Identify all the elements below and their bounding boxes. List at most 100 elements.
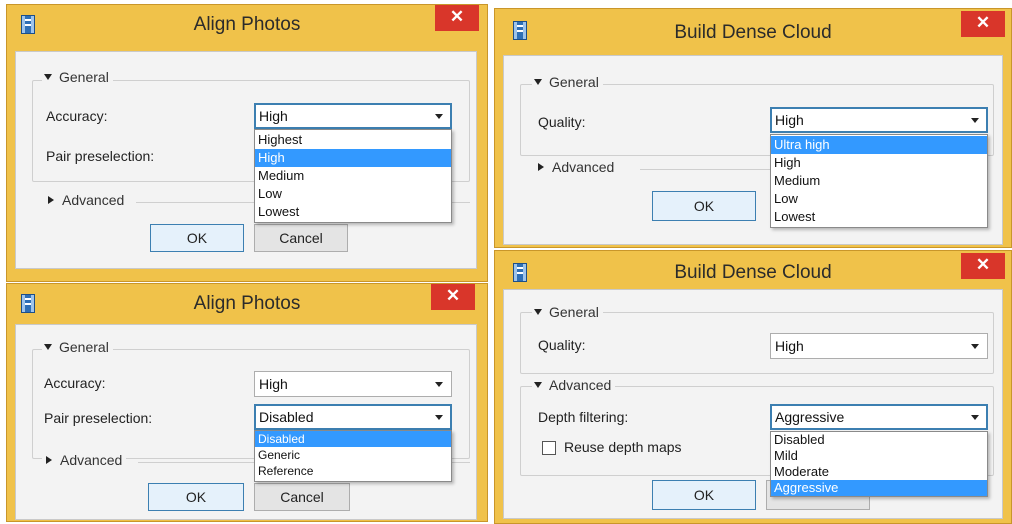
depth-filtering-label: Depth filtering: (538, 409, 629, 425)
close-button[interactable]: ✕ (961, 11, 1005, 37)
dropdown-option-selected[interactable]: Disabled (255, 431, 451, 447)
advanced-section-label: Advanced (62, 192, 125, 208)
close-icon: ✕ (975, 255, 991, 274)
advanced-section-label: Advanced (552, 159, 615, 175)
quality-select-value: High (775, 112, 804, 128)
close-button[interactable]: ✕ (961, 253, 1005, 279)
general-section-label: General (59, 69, 109, 85)
general-section-toggle[interactable]: General (532, 74, 603, 90)
quality-select[interactable]: High (770, 333, 988, 359)
dropdown-option[interactable]: Disabled (771, 432, 987, 448)
dropdown-option[interactable]: Generic (255, 447, 451, 463)
close-icon: ✕ (449, 7, 465, 26)
title-bar[interactable]: Build Dense Cloud ✕ (495, 251, 1011, 291)
dropdown-option-selected[interactable]: High (255, 149, 451, 167)
dropdown-option[interactable]: High (771, 154, 987, 172)
general-section-label: General (549, 304, 599, 320)
triangle-down-icon (44, 344, 52, 350)
align-photos-dialog-pair: Align Photos ✕ General Accuracy: High Pa… (6, 283, 488, 522)
dropdown-option[interactable]: Lowest (255, 203, 451, 221)
dialog-body: General Quality: High Advanced Depth fil… (503, 289, 1003, 519)
close-button[interactable]: ✕ (431, 284, 475, 310)
ok-button[interactable]: OK (652, 191, 756, 221)
advanced-section-toggle[interactable]: Advanced (42, 452, 127, 468)
quality-dropdown-list: Ultra high High Medium Low Lowest (770, 134, 988, 228)
chevron-down-icon[interactable] (971, 118, 979, 123)
dropdown-option-selected[interactable]: Aggressive (771, 480, 987, 496)
dialog-body: General Accuracy: High Pair preselection… (15, 324, 477, 520)
cancel-button[interactable]: Cancel (254, 483, 350, 511)
chevron-down-icon[interactable] (435, 382, 443, 387)
pair-preselection-select-value: Disabled (259, 409, 314, 425)
advanced-section-label: Advanced (549, 377, 612, 393)
dialog-body: General Quality: High Ultra high High Me… (503, 55, 1003, 245)
triangle-down-icon (534, 79, 542, 85)
chevron-down-icon[interactable] (971, 344, 979, 349)
advanced-section-label: Advanced (60, 452, 123, 468)
pair-preselection-select[interactable]: Disabled (254, 404, 452, 430)
close-button[interactable]: ✕ (435, 5, 479, 31)
general-section-toggle[interactable]: General (532, 304, 603, 320)
dropdown-option[interactable]: Low (255, 185, 451, 203)
dialog-title: Align Photos (193, 14, 301, 35)
ok-button[interactable]: OK (148, 483, 244, 511)
triangle-down-icon (534, 309, 542, 315)
triangle-down-icon (534, 382, 542, 388)
quality-label: Quality: (538, 337, 586, 353)
advanced-section-toggle[interactable]: Advanced (534, 159, 619, 175)
ok-button[interactable]: OK (652, 480, 756, 510)
close-icon: ✕ (445, 286, 461, 305)
reuse-depth-maps-checkbox[interactable] (542, 441, 556, 455)
advanced-separator (640, 169, 770, 170)
dropdown-option[interactable]: Reference (255, 463, 451, 479)
align-photos-dialog-accuracy: Align Photos ✕ General Accuracy: High Pa… (6, 4, 488, 282)
pair-preselection-label: Pair preselection: (44, 410, 153, 426)
dialog-title: Align Photos (193, 293, 301, 314)
depth-filtering-select[interactable]: Aggressive (770, 404, 988, 430)
depth-filtering-dropdown-list: Disabled Mild Moderate Aggressive (770, 431, 988, 497)
general-section-label: General (59, 339, 109, 355)
depth-filtering-select-value: Aggressive (775, 409, 845, 425)
dense-cloud-dialog-depth: Build Dense Cloud ✕ General Quality: Hig… (494, 250, 1012, 524)
dense-cloud-dialog-quality: Build Dense Cloud ✕ General Quality: Hig… (494, 8, 1012, 248)
triangle-right-icon (48, 196, 54, 204)
triangle-right-icon (538, 163, 544, 171)
accuracy-select[interactable]: High (254, 103, 452, 129)
advanced-section-toggle[interactable]: Advanced (44, 192, 129, 208)
chevron-down-icon[interactable] (971, 415, 979, 420)
dropdown-option[interactable]: Highest (255, 131, 451, 149)
accuracy-label: Accuracy: (46, 108, 108, 124)
chevron-down-icon[interactable] (435, 415, 443, 420)
accuracy-select[interactable]: High (254, 371, 452, 397)
dropdown-option[interactable]: Low (771, 190, 987, 208)
dialog-body: General Accuracy: High Pair preselection… (15, 51, 477, 269)
quality-label: Quality: (538, 114, 586, 130)
dropdown-option[interactable]: Medium (255, 167, 451, 185)
quality-select[interactable]: High (770, 107, 988, 133)
title-bar[interactable]: Align Photos ✕ (7, 284, 487, 324)
accuracy-select-value: High (259, 376, 288, 392)
triangle-down-icon (44, 74, 52, 80)
accuracy-dropdown-list: Highest High Medium Low Lowest (254, 129, 452, 223)
general-section-toggle[interactable]: General (42, 339, 113, 355)
ok-button[interactable]: OK (150, 224, 244, 252)
title-bar[interactable]: Align Photos ✕ (7, 5, 487, 45)
chevron-down-icon[interactable] (435, 114, 443, 119)
pair-preselection-label: Pair preselection: (46, 148, 155, 164)
general-section-label: General (549, 74, 599, 90)
dropdown-option[interactable]: Medium (771, 172, 987, 190)
dropdown-option[interactable]: Moderate (771, 464, 987, 480)
general-section-toggle[interactable]: General (42, 69, 113, 85)
advanced-section-toggle[interactable]: Advanced (532, 377, 616, 393)
accuracy-select-value: High (259, 108, 288, 124)
pair-preselection-dropdown-list: Disabled Generic Reference (254, 430, 452, 482)
dropdown-option[interactable]: Lowest (771, 208, 987, 226)
dialog-title: Build Dense Cloud (674, 22, 832, 43)
dialog-title: Build Dense Cloud (674, 262, 832, 283)
dropdown-option[interactable]: Mild (771, 448, 987, 464)
cancel-button[interactable]: Cancel (254, 224, 348, 252)
close-icon: ✕ (975, 13, 991, 32)
accuracy-label: Accuracy: (44, 375, 106, 391)
dropdown-option-selected[interactable]: Ultra high (771, 136, 987, 154)
title-bar[interactable]: Build Dense Cloud ✕ (495, 9, 1011, 49)
